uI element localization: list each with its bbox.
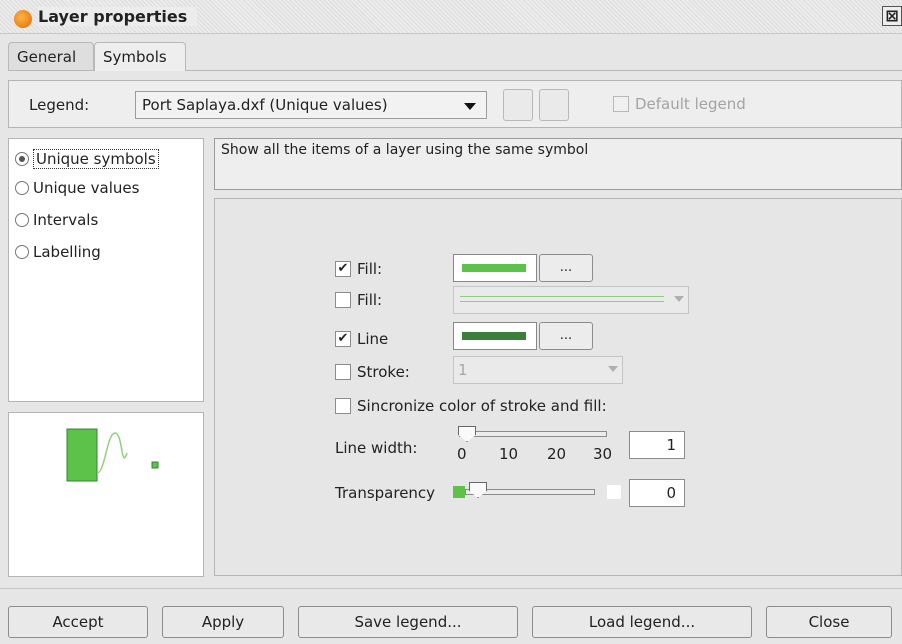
- symbol-settings-panel: ✔ Fill: ... Fill: ✔ Line ... Stroke: 1 S…: [214, 198, 902, 576]
- line-checkbox[interactable]: ✔: [335, 331, 351, 347]
- legend-label: Legend:: [29, 96, 90, 114]
- line-width-slider-track[interactable]: [459, 431, 607, 437]
- line-width-tick: 20: [547, 445, 567, 463]
- default-legend-checkbox[interactable]: [613, 96, 629, 112]
- sync-row: Sincronize color of stroke and fill:: [335, 397, 607, 415]
- symbol-preview-graphic: [66, 428, 159, 482]
- radio-intervals[interactable]: Intervals: [15, 211, 98, 229]
- tab-general[interactable]: General: [8, 42, 94, 70]
- stroke-checkbox[interactable]: [335, 364, 351, 380]
- legend-description: Show all the items of a layer using the …: [214, 138, 902, 190]
- line-width-tick: 0: [457, 445, 467, 463]
- gvsig-logo-icon: [14, 10, 32, 28]
- legend-action-button-1[interactable]: [503, 89, 533, 121]
- radio-unique-symbols[interactable]: Unique symbols: [15, 149, 159, 169]
- stroke-label: Stroke:: [357, 363, 410, 381]
- fill-pattern-checkbox[interactable]: [335, 292, 351, 308]
- transparency-slider-thumb[interactable]: [469, 482, 487, 498]
- fill-color-swatch[interactable]: [453, 254, 537, 282]
- symbol-preview: [8, 412, 204, 577]
- radio-button[interactable]: [15, 213, 29, 227]
- radio-unique-values[interactable]: Unique values: [15, 179, 139, 197]
- fill-row: ✔ Fill:: [335, 260, 382, 278]
- line-width-tick: 10: [499, 445, 519, 463]
- fill-pattern-combo[interactable]: [453, 286, 689, 314]
- line-width-input[interactable]: 1: [629, 431, 685, 459]
- close-icon[interactable]: ⊠: [882, 6, 902, 26]
- close-button[interactable]: Close: [766, 606, 892, 638]
- fill-label: Fill:: [357, 260, 383, 278]
- preview-line-wave: [96, 432, 128, 474]
- legend-type-list: Unique symbols Unique values Intervals L…: [8, 138, 204, 402]
- line-width-tick: 30: [593, 445, 613, 463]
- transparency-fill-color: [453, 486, 465, 498]
- fill-color-bar: [462, 264, 526, 272]
- line-width-slider-thumb[interactable]: [458, 426, 476, 442]
- legend-action-button-2[interactable]: [539, 89, 569, 121]
- legend-select-value: Port Saplaya.dxf (Unique values): [142, 96, 388, 114]
- radio-button[interactable]: [15, 181, 29, 195]
- line-color-swatch[interactable]: [453, 322, 537, 350]
- fill-pattern-label: Fill:: [357, 291, 383, 309]
- sync-checkbox[interactable]: [335, 398, 351, 414]
- stroke-value: 1: [458, 361, 468, 379]
- line-width-label: Line width:: [335, 439, 418, 457]
- stroke-row: Stroke:: [335, 363, 410, 381]
- stroke-combo[interactable]: 1: [453, 356, 623, 384]
- line-label: Line: [357, 330, 389, 348]
- legend-panel: Legend: Port Saplaya.dxf (Unique values)…: [8, 80, 902, 128]
- window-title: Layer properties: [38, 7, 198, 26]
- chevron-down-icon: [674, 296, 684, 302]
- apply-button[interactable]: Apply: [162, 606, 284, 638]
- fill-pattern-line-1: [460, 296, 664, 297]
- radio-label: Labelling: [33, 243, 101, 261]
- sync-label: Sincronize color of stroke and fill:: [357, 397, 607, 415]
- radio-label: Intervals: [33, 211, 99, 229]
- radio-button[interactable]: [15, 245, 29, 259]
- transparency-input[interactable]: 0: [629, 479, 685, 507]
- fill-color-button[interactable]: ...: [539, 254, 593, 282]
- line-color-bar: [462, 332, 526, 340]
- radio-label: Unique symbols: [33, 149, 159, 169]
- radio-label: Unique values: [33, 179, 140, 197]
- preview-fill-rect: [66, 428, 98, 482]
- tab-symbols[interactable]: Symbols: [94, 42, 186, 71]
- load-legend-button[interactable]: Load legend...: [532, 606, 752, 638]
- fill-pattern-line-2: [460, 301, 664, 302]
- line-color-button[interactable]: ...: [539, 322, 593, 350]
- radio-button[interactable]: [15, 152, 29, 166]
- fill-checkbox[interactable]: ✔: [335, 261, 351, 277]
- chevron-down-icon: [608, 366, 618, 372]
- transparency-end-marker: [607, 485, 621, 499]
- preview-point-marker: [151, 461, 159, 469]
- transparency-label: Transparency: [335, 484, 436, 502]
- title-bar: Layer properties ⊠: [0, 0, 902, 34]
- chevron-down-icon: [464, 103, 476, 110]
- default-legend-label: Default legend: [635, 95, 746, 113]
- line-row: ✔ Line: [335, 330, 388, 348]
- fill-pattern-row: Fill:: [335, 291, 382, 309]
- radio-labelling[interactable]: Labelling: [15, 243, 101, 261]
- accept-button[interactable]: Accept: [8, 606, 148, 638]
- save-legend-button[interactable]: Save legend...: [298, 606, 518, 638]
- bottom-separator: [0, 588, 902, 589]
- legend-select[interactable]: Port Saplaya.dxf (Unique values): [135, 91, 487, 119]
